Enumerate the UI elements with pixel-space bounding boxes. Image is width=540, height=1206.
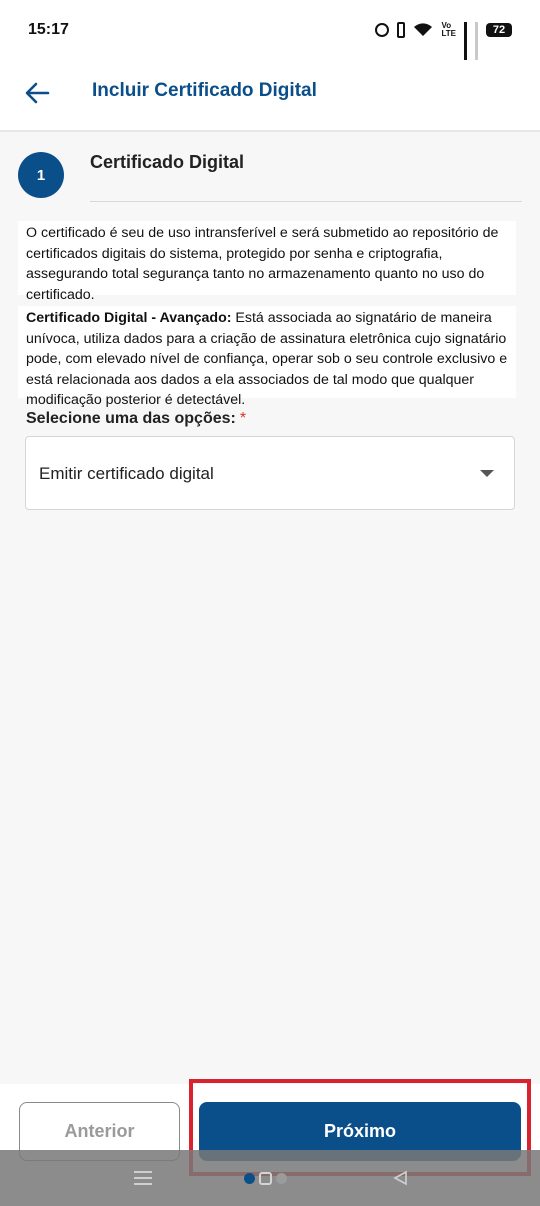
system-nav-bar: [0, 1150, 540, 1206]
advanced-certificate-term: Certificado Digital - Avançado:: [26, 310, 232, 326]
volte-icon: Vo LTE: [441, 21, 456, 38]
certificate-option-select[interactable]: Emitir certificado digital: [25, 436, 515, 510]
wifi-icon: [413, 23, 433, 37]
step-divider: [90, 201, 522, 202]
intro-paragraph: O certificado é seu de uso intransferíve…: [18, 221, 516, 303]
step-number-badge: 1: [18, 152, 64, 198]
advanced-certificate-paragraph: Certificado Digital - Avançado: Está ass…: [18, 306, 516, 408]
alarm-icon: [375, 23, 390, 37]
system-back-icon[interactable]: [392, 1170, 408, 1191]
home-indicator[interactable]: [244, 1172, 287, 1185]
home-icon: [259, 1172, 272, 1185]
page-dot: [276, 1173, 287, 1184]
status-time: 15:17: [28, 21, 69, 38]
app-header: Incluir Certificado Digital: [0, 60, 540, 132]
caret-down-icon: [480, 470, 494, 477]
signal-no-service-icon: [475, 22, 478, 61]
step-title: Certificado Digital: [90, 152, 245, 172]
status-icons: Vo LTE 72: [375, 21, 512, 61]
arrow-left-icon: [25, 82, 50, 104]
recent-apps-icon[interactable]: [134, 1171, 152, 1185]
select-label-text: Selecione uma das opções:: [26, 410, 236, 427]
vibrate-icon: [397, 22, 406, 38]
back-button[interactable]: [22, 78, 52, 108]
status-bar: 15:17 Vo LTE 72: [0, 0, 540, 61]
select-value: Emitir certificado digital: [39, 464, 214, 483]
page-title: Incluir Certificado Digital: [92, 80, 317, 101]
required-mark: *: [239, 410, 247, 427]
signal-icon: [464, 22, 467, 61]
battery-icon: 72: [486, 23, 512, 37]
page-dot-active: [244, 1173, 255, 1184]
step-indicator: 1 Certificado Digital: [18, 150, 522, 202]
select-label: Selecione uma das opções: *: [26, 410, 246, 428]
